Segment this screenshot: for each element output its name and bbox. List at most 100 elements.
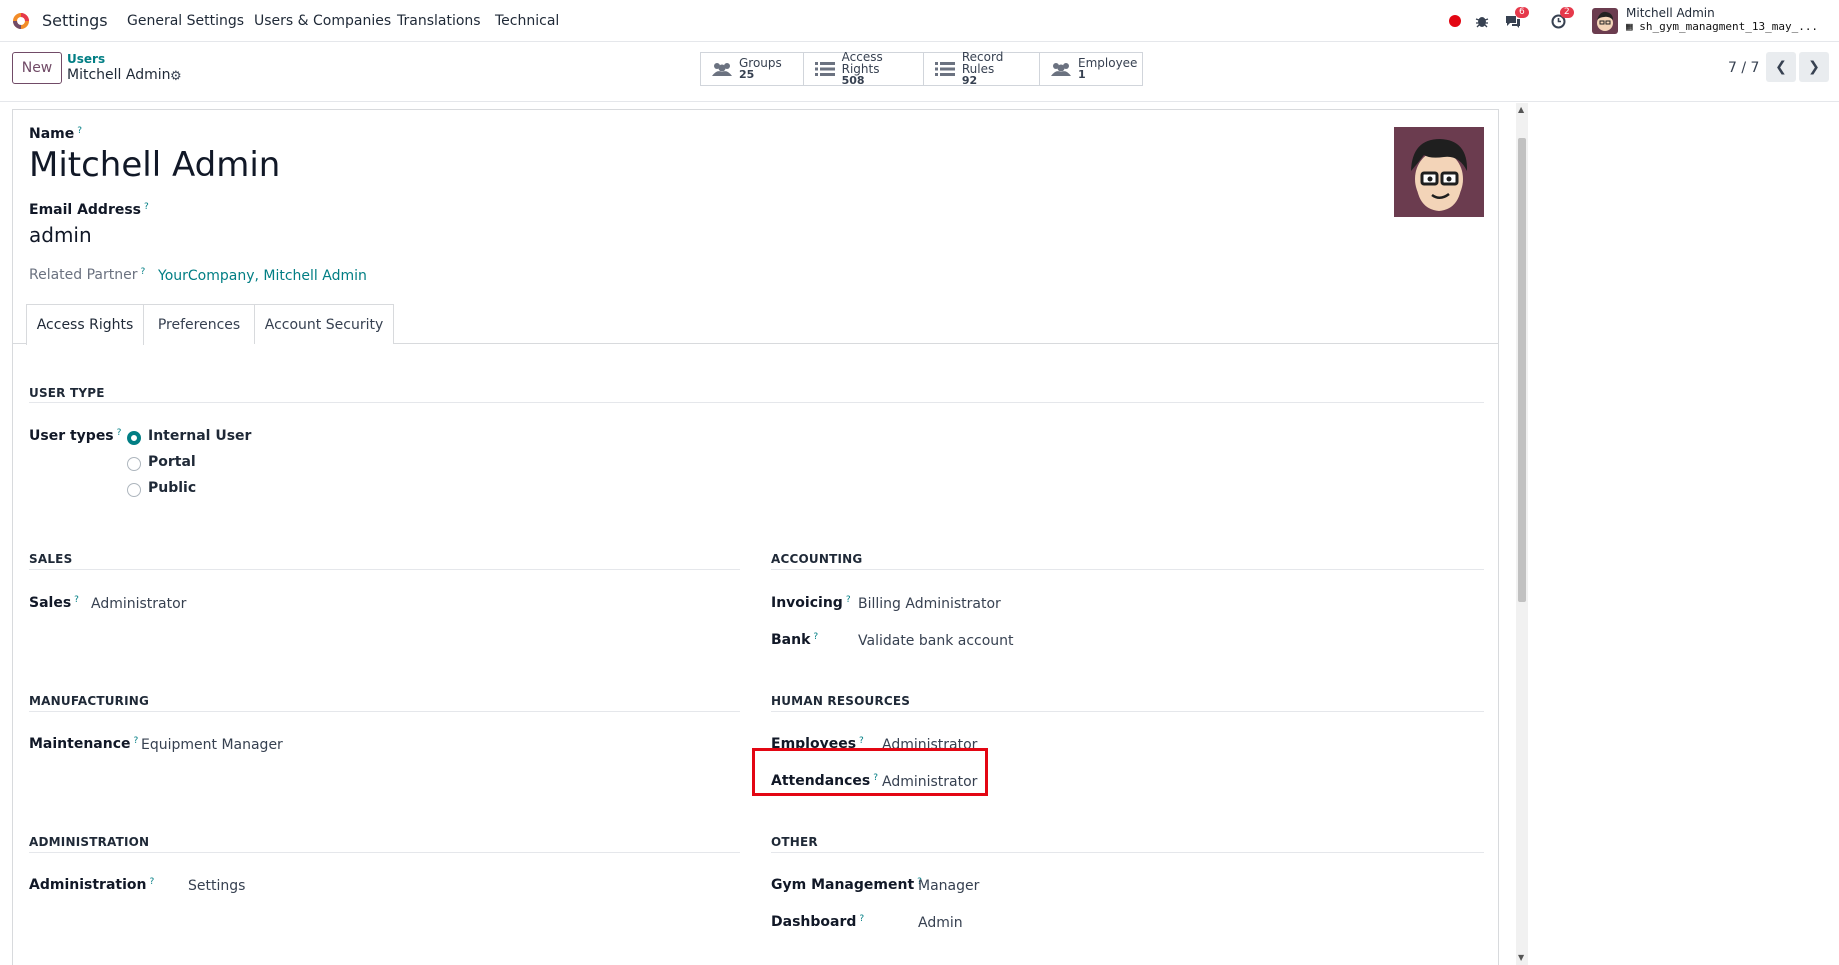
highlight-annotation [752,748,988,796]
pager-value[interactable]: 7 / 7 [1728,60,1759,76]
dashboard-label-text: Dashboard [771,914,857,930]
name-field-label: Name? [29,126,82,142]
help-icon[interactable]: ? [134,736,139,746]
section-sales: SALES [29,552,73,566]
pager-previous-button[interactable]: ❮ [1766,52,1796,82]
divider [771,852,1484,853]
database-label: sh_gym_managment_13_may_... [1639,20,1819,33]
smart-button-record-rules[interactable]: Record Rules 92 [923,51,1040,87]
breadcrumb-current: Mitchell Admin [67,67,171,83]
tab-preferences[interactable]: Preferences [143,304,255,344]
gym-management-field-label: Gym Management? [771,877,922,893]
divider [29,852,740,853]
vertical-scrollbar[interactable]: ▲ ▼ [1516,103,1528,965]
smart-button-employee[interactable]: Employee 1 [1039,52,1143,86]
app-name[interactable]: Settings [42,11,108,30]
database-name: ▦ sh_gym_managment_13_may_... [1626,20,1826,33]
smart-button-groups[interactable]: Groups 25 [700,52,804,86]
smart-button-access-rights[interactable]: Access Rights 508 [803,50,924,87]
maintenance-select[interactable]: Equipment Manager [141,737,283,753]
new-button[interactable]: New [12,52,62,84]
activities-clock-icon[interactable]: 2 [1548,7,1574,31]
user-avatar-image[interactable] [1394,127,1484,217]
pager-next-button[interactable]: ❯ [1799,52,1829,82]
invoicing-label-text: Invoicing [771,595,843,611]
app-logo-icon[interactable] [11,11,31,31]
help-icon[interactable]: ? [859,914,864,924]
administration-label-text: Administration [29,877,147,893]
email-input[interactable]: admin [29,223,92,247]
form-sheet: Name? Mitchell Admin Email Address? admi… [12,109,1499,965]
partner-field-label: Related Partner? [29,267,145,283]
debug-bug-icon[interactable] [1472,11,1492,31]
user-avatar [1592,8,1618,34]
section-administration: ADMINISTRATION [29,835,150,849]
divider [771,569,1484,570]
menu-translations[interactable]: Translations [397,13,481,29]
email-field-label: Email Address? [29,202,149,218]
smart-value-access-rights: 508 [841,74,865,87]
scrollbar-thumb[interactable] [1518,138,1526,602]
help-icon[interactable]: ? [74,595,79,605]
section-accounting: ACCOUNTING [771,552,863,566]
chevron-left-icon: ❮ [1775,59,1787,75]
help-icon[interactable]: ? [813,632,818,642]
name-label-text: Name [29,126,75,142]
breadcrumb-users[interactable]: Users [67,52,105,66]
chevron-right-icon: ❯ [1808,59,1820,75]
messages-icon[interactable]: 6 [1503,7,1529,31]
divider [29,711,740,712]
menu-users-companies[interactable]: Users & Companies [254,13,391,29]
users-icon [1050,60,1072,78]
scroll-up-icon[interactable]: ▲ [1518,105,1524,114]
help-icon[interactable]: ? [859,736,864,746]
sales-select[interactable]: Administrator [91,596,186,612]
user-types-label: User types? [29,428,121,444]
radio-internal-user-label[interactable]: Internal User [148,428,251,444]
menu-general-settings[interactable]: General Settings [127,13,244,29]
gear-icon[interactable]: ⚙ [170,69,182,84]
help-icon[interactable]: ? [149,877,154,887]
divider [771,711,1484,712]
smart-value-employee: 1 [1078,68,1086,81]
gym-management-select[interactable]: Manager [918,878,979,894]
bank-select[interactable]: Validate bank account [858,633,1014,649]
tab-account-security[interactable]: Account Security [254,304,394,344]
user-types-label-text: User types [29,428,114,444]
help-icon[interactable]: ? [117,428,122,438]
smart-value-groups: 25 [739,68,755,81]
tab-access-rights[interactable]: Access Rights [26,304,144,345]
help-icon[interactable]: ? [144,202,149,212]
radio-internal-user[interactable] [127,431,141,445]
menu-technical[interactable]: Technical [495,13,559,29]
maintenance-label-text: Maintenance [29,736,131,752]
scroll-down-icon[interactable]: ▼ [1518,953,1524,962]
bank-field-label: Bank? [771,632,818,648]
radio-portal-label[interactable]: Portal [148,454,196,470]
section-other: OTHER [771,835,818,849]
sales-label-text: Sales [29,595,72,611]
dashboard-select[interactable]: Admin [918,915,963,931]
database-icon: ▦ [1626,20,1640,33]
list-icon [814,60,836,78]
record-indicator-icon[interactable] [1445,11,1465,31]
help-icon[interactable]: ? [846,595,851,605]
radio-public-label[interactable]: Public [148,480,196,496]
related-partner-link[interactable]: YourCompany, Mitchell Admin [158,268,367,284]
user-name-input[interactable]: Mitchell Admin [29,145,280,185]
divider [29,402,1484,403]
help-icon[interactable]: ? [141,267,146,277]
administration-select[interactable]: Settings [188,878,245,894]
maintenance-field-label: Maintenance? [29,736,138,752]
smart-label-access-rights: Access Rights [841,50,883,76]
radio-public[interactable] [127,483,141,497]
invoicing-field-label: Invoicing? [771,595,851,611]
user-menu[interactable]: Mitchell Admin ▦ sh_gym_managment_13_may… [1592,6,1832,36]
radio-portal[interactable] [127,457,141,471]
smart-label-employee: Employee [1078,56,1138,70]
invoicing-select[interactable]: Billing Administrator [858,596,1001,612]
control-panel: New Users Mitchell Admin ⚙ Groups 25 Acce… [0,42,1839,102]
help-icon[interactable]: ? [77,126,82,136]
activities-count-badge: 2 [1560,7,1574,18]
section-human-resources: HUMAN RESOURCES [771,694,911,708]
